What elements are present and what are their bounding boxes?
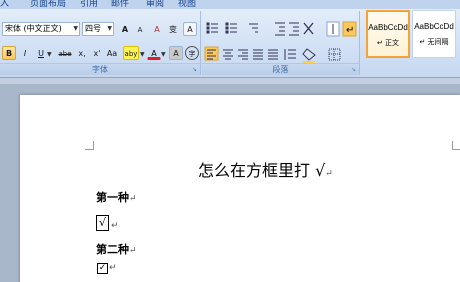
dialog-launcher-icon[interactable]: ↘ <box>192 66 197 73</box>
style-normal[interactable]: AaBbCcDd ↵ 正文 <box>366 10 410 58</box>
decrease-indent-icon <box>275 22 285 36</box>
tab-page-layout[interactable]: 页面布局 <box>30 0 66 9</box>
paragraph-group: ↵ 段落 ↘ <box>202 11 360 75</box>
title-text: 怎么在方框里打 √ <box>198 161 326 180</box>
crop-mark <box>452 141 460 150</box>
tab-view[interactable]: 视图 <box>178 0 196 9</box>
tab-insert[interactable]: 入 <box>0 0 9 9</box>
borders-icon <box>328 48 341 61</box>
font-name-combo[interactable]: 宋体 (中文正文) ▼ <box>2 22 80 36</box>
tab-mailings[interactable]: 邮件 <box>111 0 129 9</box>
paragraph-mark: ↵ <box>111 221 119 231</box>
phonetic-button[interactable]: 变 <box>166 22 180 36</box>
style-sample: AaBbCcDd <box>368 23 408 32</box>
shrink-font-button[interactable]: A <box>133 22 147 36</box>
show-marks-icon: ↵ <box>342 21 357 37</box>
tab-review[interactable]: 审阅 <box>146 0 164 9</box>
change-case-button[interactable]: Aa <box>104 46 120 60</box>
chinese-layout-icon <box>303 22 314 35</box>
multilevel-list-icon <box>249 23 258 33</box>
align-center-icon <box>223 49 233 60</box>
distributed-icon <box>268 49 278 60</box>
font-size-combo[interactable]: 四号 ▼ <box>82 22 114 36</box>
style-no-spacing[interactable]: AaBbCcDd ↵ 无间隔 <box>412 10 456 58</box>
paragraph-mark: ↵ <box>109 263 117 273</box>
tab-references[interactable]: 引用 <box>80 0 98 9</box>
style-name: ↵ 无间隔 <box>419 38 449 46</box>
heading-second: 第二种↵ <box>96 241 137 257</box>
subscript-button[interactable]: x, <box>75 46 89 60</box>
italic-button[interactable]: I <box>18 46 32 60</box>
superscript-button[interactable]: x' <box>90 46 104 60</box>
grow-font-button[interactable]: A <box>118 22 132 36</box>
crop-mark <box>85 141 94 150</box>
font-color-button[interactable]: A <box>147 46 161 60</box>
ribbon: 宋体 (中文正文) ▼ 四号 ▼ A A A 变 A B I U ▼ abe x… <box>0 9 460 78</box>
checked-box-1: √ <box>96 215 109 231</box>
paragraph-tools: ↵ <box>204 21 357 63</box>
increase-indent-icon <box>289 22 299 36</box>
chevron-down-icon: ▼ <box>107 25 112 32</box>
strikethrough-button[interactable]: abe <box>56 46 74 60</box>
bullets-icon <box>206 22 218 34</box>
highlight-button[interactable]: aby <box>123 46 139 60</box>
paragraph-mark: ↵ <box>129 246 137 256</box>
heading-text: 第二种 <box>96 243 129 256</box>
ribbon-tabs: 入 页面布局 引用 邮件 审阅 视图 <box>0 0 460 9</box>
bold-button[interactable]: B <box>2 46 16 60</box>
dialog-launcher-icon[interactable]: ↘ <box>351 66 356 73</box>
font-group-label: 字体 <box>0 63 200 75</box>
enclose-char-button[interactable]: 字 <box>185 46 199 60</box>
char-shading-button[interactable]: A <box>169 46 183 60</box>
align-right-icon <box>238 49 248 60</box>
clear-format-button[interactable]: A <box>150 22 164 36</box>
chevron-down-icon: ▼ <box>73 25 78 32</box>
chevron-down-icon[interactable]: ▼ <box>47 51 52 58</box>
shading-icon <box>302 48 316 63</box>
paragraph-mark: ↵ <box>129 194 137 204</box>
svg-text:↵: ↵ <box>346 25 354 36</box>
paragraph-mark: ↵ <box>325 169 333 179</box>
font-group: 宋体 (中文正文) ▼ 四号 ▼ A A A 变 A B I U ▼ abe x… <box>0 11 201 75</box>
document-title: 怎么在方框里打 √↵ <box>198 157 333 181</box>
paragraph-group-label: 段落 <box>202 63 359 75</box>
numbering-icon <box>225 22 237 34</box>
style-sample: AaBbCcDd <box>414 22 454 31</box>
chevron-down-icon[interactable]: ▼ <box>140 51 145 58</box>
style-name: ↵ 正文 <box>376 39 400 47</box>
font-name-value: 宋体 (中文正文) <box>5 24 62 33</box>
line-spacing-icon <box>284 49 296 60</box>
heading-first: 第一种↵ <box>96 189 137 205</box>
checked-box-2: ✓ <box>97 263 108 274</box>
document-page[interactable]: 怎么在方框里打 √↵ 第一种↵ √ ↵ 第二种↵ ✓ ↵ <box>20 95 460 282</box>
sort-icon <box>326 21 340 37</box>
heading-text: 第一种 <box>96 191 129 204</box>
char-border-button[interactable]: A <box>183 22 197 36</box>
font-size-value: 四号 <box>85 24 101 33</box>
underline-button[interactable]: U <box>34 46 48 60</box>
align-left-icon <box>204 46 219 61</box>
document-workspace: 怎么在方框里打 √↵ 第一种↵ √ ↵ 第二种↵ ✓ ↵ <box>0 84 460 282</box>
chevron-down-icon[interactable]: ▼ <box>161 51 166 58</box>
justify-icon <box>253 49 263 60</box>
